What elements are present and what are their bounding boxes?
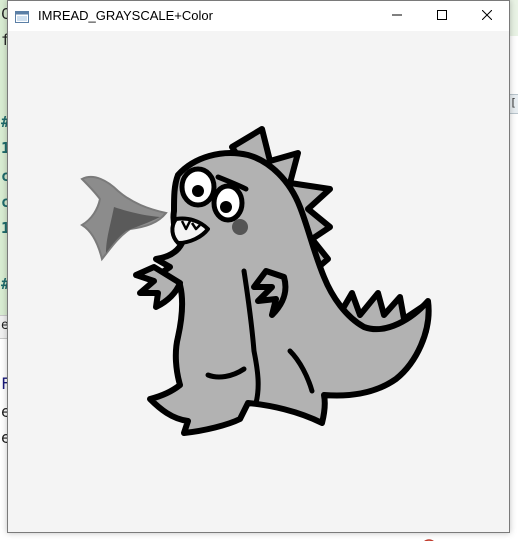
image-canvas[interactable] [8,31,509,532]
image-window[interactable]: IMREAD_GRAYSCALE+Color [7,0,510,533]
dinosaur-image [80,126,432,436]
editor-char: [ [510,96,517,109]
window-app-icon [15,10,29,23]
maximize-icon [436,7,447,25]
fire-breath [80,175,168,262]
background-avatar [420,533,438,541]
background-editor-right: [ [509,0,518,541]
close-icon [481,7,492,25]
editor-code-area-right [509,0,518,36]
maximize-button[interactable] [419,1,464,31]
close-button[interactable] [464,1,509,31]
minimize-button[interactable] [374,1,419,31]
window-title: IMREAD_GRAYSCALE+Color [38,8,213,23]
minimize-icon [391,7,402,25]
desktop: C f # 1 c c 1 # e F e e [IMREAD_GRAYSCA… [0,0,518,541]
window-titlebar[interactable]: IMREAD_GRAYSCALE+Color [8,1,509,31]
